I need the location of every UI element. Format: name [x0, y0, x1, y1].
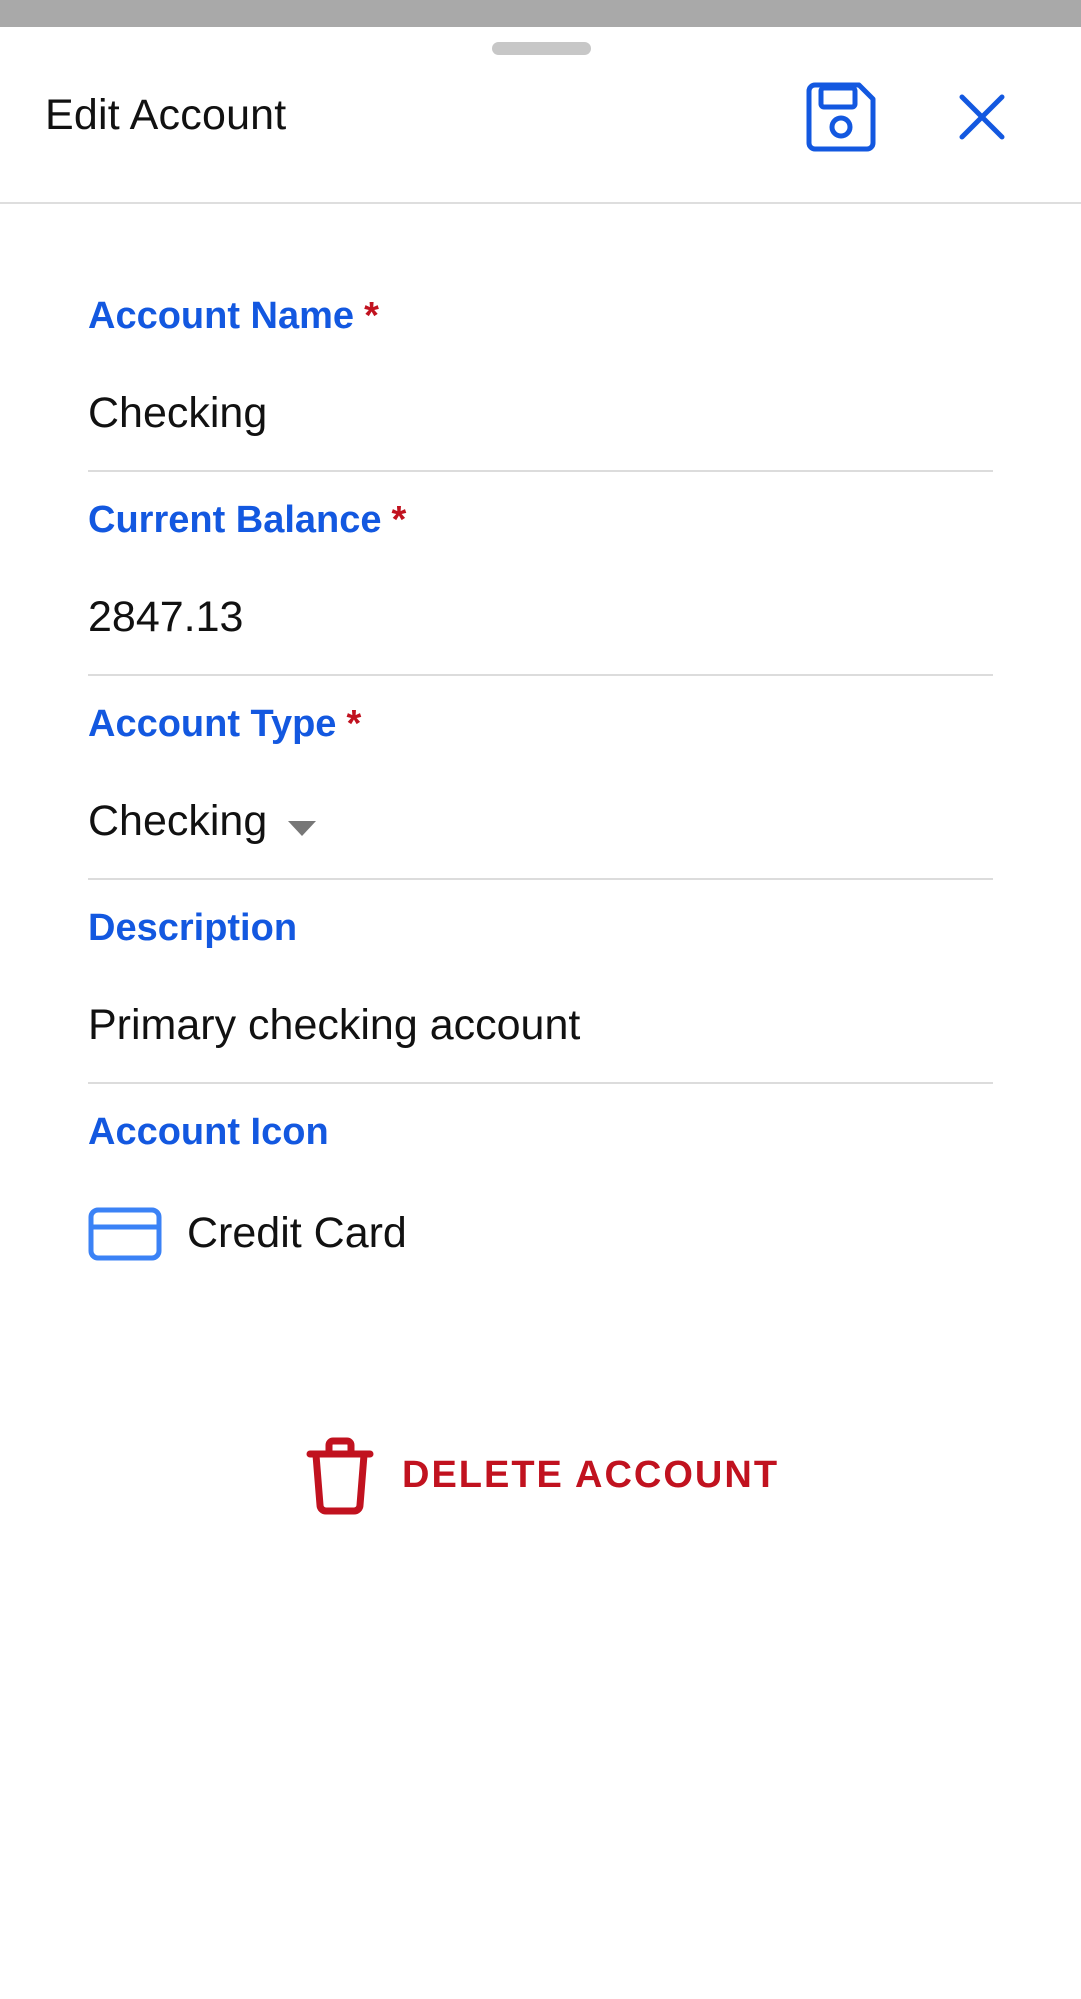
field-divider [88, 470, 993, 472]
sheet-header: Edit Account [0, 27, 1081, 204]
account-name-field: Account Name * Checking [88, 295, 993, 495]
account-type-label-row: Account Type * [88, 703, 361, 746]
description-label: Description [88, 907, 298, 949]
required-marker: * [391, 499, 407, 541]
account-name-input[interactable]: Checking [88, 389, 267, 438]
account-type-label: Account Type [88, 703, 337, 745]
required-marker: * [346, 703, 362, 745]
account-icon-value: Credit Card [187, 1209, 407, 1257]
save-icon[interactable] [805, 81, 877, 153]
current-balance-input[interactable]: 2847.13 [88, 593, 243, 642]
field-divider [88, 674, 993, 676]
description-input[interactable]: Primary checking account [88, 1001, 580, 1050]
current-balance-label-row: Current Balance * [88, 499, 406, 542]
account-icon-field: Account Icon Credit Card [88, 1111, 993, 1291]
account-type-field: Account Type * Checking [88, 703, 993, 903]
trash-icon [306, 1437, 374, 1515]
delete-account-label: DELETE ACCOUNT [402, 1454, 780, 1496]
current-balance-label: Current Balance [88, 499, 382, 541]
dropdown-arrow-icon[interactable] [288, 821, 316, 836]
account-name-label-row: Account Name * [88, 295, 379, 338]
delete-account-button[interactable]: DELETE ACCOUNT [300, 1432, 800, 1522]
current-balance-field: Current Balance * 2847.13 [88, 499, 993, 699]
credit-card-icon [88, 1207, 162, 1261]
account-icon-picker[interactable]: Credit Card [88, 1203, 688, 1263]
account-type-select[interactable]: Checking [88, 797, 267, 846]
description-field: Description Primary checking account [88, 907, 993, 1107]
close-icon[interactable] [955, 90, 1009, 144]
page-title: Edit Account [45, 91, 287, 139]
account-icon-label: Account Icon [88, 1111, 329, 1153]
edit-account-sheet: Edit Account Account Name * Checking Curr… [0, 27, 1081, 1999]
account-name-label: Account Name [88, 295, 355, 337]
field-divider [88, 878, 993, 880]
field-divider [88, 1082, 993, 1084]
required-marker: * [364, 295, 379, 337]
status-bar-area [0, 0, 1081, 27]
